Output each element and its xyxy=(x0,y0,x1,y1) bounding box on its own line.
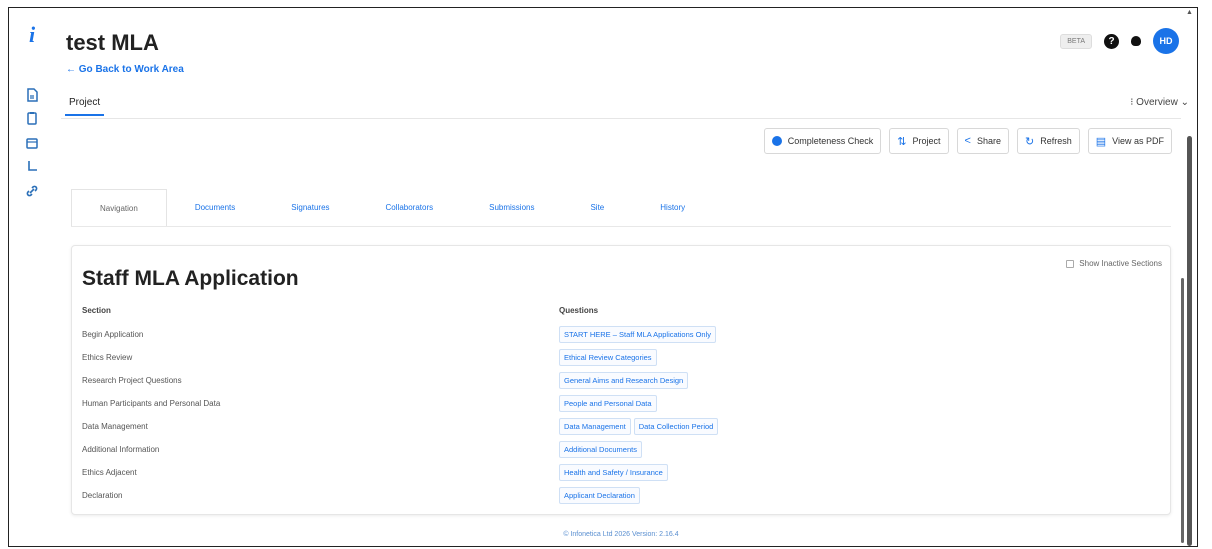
document-icon[interactable] xyxy=(23,88,41,106)
tab-site[interactable]: Site xyxy=(562,189,632,226)
table-row: Ethics Review Ethical Review Categories xyxy=(82,347,1162,370)
question-link[interactable]: Data Collection Period xyxy=(633,418,719,435)
navigation-panel: Show Inactive Sections Staff MLA Applica… xyxy=(71,245,1171,515)
hierarchy-icon: ⇅ xyxy=(897,135,907,148)
section-name: Research Project Questions xyxy=(82,376,182,385)
section-name: Human Participants and Personal Data xyxy=(82,399,221,408)
refresh-button-label: Refresh xyxy=(1040,136,1072,146)
toolbar: Completeness Check ⇅ Project < Share ↻ R… xyxy=(763,128,1172,154)
completeness-check-label: Completeness Check xyxy=(787,136,874,146)
tab-documents[interactable]: Documents xyxy=(167,189,263,226)
section-column-header: Section xyxy=(82,306,111,315)
section-name: Additional Information xyxy=(82,445,160,454)
refresh-button[interactable]: ↻ Refresh xyxy=(1017,128,1080,154)
table-row: Research Project Questions General Aims a… xyxy=(82,370,1162,393)
question-link[interactable]: Ethical Review Categories xyxy=(559,349,657,366)
view-as-pdf-button[interactable]: ▤ View as PDF xyxy=(1087,128,1172,154)
questions-column-header: Questions xyxy=(559,306,599,315)
scrollbar-thumb[interactable] xyxy=(1187,136,1192,546)
page-title: test MLA xyxy=(66,30,159,55)
link-icon[interactable] xyxy=(23,184,41,202)
tab-project[interactable]: Project xyxy=(65,97,105,116)
table-row: Data Management Data Management Data Colle… xyxy=(82,416,1162,439)
beta-badge: BETA xyxy=(1060,33,1092,49)
section-name: Begin Application xyxy=(82,330,144,339)
tab-navigation[interactable]: Navigation xyxy=(71,189,167,226)
scroll-down-icon[interactable]: ▼ xyxy=(1186,538,1193,545)
view-as-pdf-label: View as PDF xyxy=(1112,136,1164,146)
question-links: Ethical Review Categories xyxy=(559,349,657,366)
section-rows: Begin Application START HERE – Staff MLA … xyxy=(82,324,1162,508)
question-link[interactable]: General Aims and Research Design xyxy=(559,372,689,389)
left-rail: i xyxy=(9,8,57,546)
table-row: Ethics Adjacent Health and Safety / Insur… xyxy=(82,462,1162,485)
back-to-work-area-link[interactable]: ← Go Back to Work Area xyxy=(66,64,184,75)
question-link[interactable]: START HERE – Staff MLA Applications Only xyxy=(559,326,717,343)
question-link[interactable]: People and Personal Data xyxy=(559,395,657,412)
question-links: START HERE – Staff MLA Applications Only xyxy=(559,326,717,343)
section-name: Declaration xyxy=(82,491,123,500)
scrollbar[interactable]: ▲ ▼ xyxy=(1181,8,1195,546)
table-row: Declaration Applicant Declaration xyxy=(82,485,1162,508)
question-link[interactable]: Additional Documents xyxy=(559,441,642,458)
overview-dropdown[interactable]: ⁝ Overview ⌄ xyxy=(1130,97,1189,108)
question-links: Additional Documents xyxy=(559,441,642,458)
corner-arrow-icon[interactable] xyxy=(23,159,41,177)
app-window: i test MLA ← Go Back to Work Area BETA ?… xyxy=(8,7,1198,547)
inner-scrollbar-thumb[interactable] xyxy=(1181,278,1184,543)
tab-submissions[interactable]: Submissions xyxy=(461,189,562,226)
application-title: Staff MLA Application xyxy=(82,267,299,290)
question-links: Applicant Declaration xyxy=(559,487,640,504)
project-button-label: Project xyxy=(912,136,941,146)
top-right-controls: BETA ? HD xyxy=(1060,28,1179,54)
show-inactive-label: Show Inactive Sections xyxy=(1079,259,1162,268)
question-link[interactable]: Data Management xyxy=(559,418,631,435)
question-links: General Aims and Research Design xyxy=(559,372,689,389)
question-links: People and Personal Data xyxy=(559,395,657,412)
tab-history[interactable]: History xyxy=(632,189,713,226)
clipboard-icon[interactable] xyxy=(23,111,41,129)
share-button-label: Share xyxy=(976,136,1001,146)
section-tabs: Navigation Documents Signatures Collabor… xyxy=(71,189,1171,227)
calendar-icon[interactable] xyxy=(23,136,41,154)
completeness-check-button[interactable]: Completeness Check xyxy=(763,128,882,154)
question-link[interactable]: Applicant Declaration xyxy=(559,487,640,504)
main-area: test MLA ← Go Back to Work Area BETA ? H… xyxy=(61,8,1189,546)
footer-version: © Infonetica Ltd 2026 Version: 2.16.4 xyxy=(563,531,679,538)
tab-signatures[interactable]: Signatures xyxy=(263,189,357,226)
question-links: Data Management Data Collection Period xyxy=(559,418,719,435)
help-icon[interactable]: ? xyxy=(1104,33,1119,49)
notification-icon[interactable] xyxy=(1131,36,1141,46)
section-name: Ethics Review xyxy=(82,353,133,362)
question-link[interactable]: Health and Safety / Insurance xyxy=(559,464,668,481)
table-row: Human Participants and Personal Data Peop… xyxy=(82,393,1162,416)
pdf-icon: ▤ xyxy=(1095,135,1107,148)
table-row: Begin Application START HERE – Staff MLA … xyxy=(82,324,1162,347)
check-circle-icon xyxy=(771,136,782,146)
refresh-icon: ↻ xyxy=(1025,135,1035,148)
table-row: Additional Information Additional Documen… xyxy=(82,439,1162,462)
show-inactive-toggle[interactable]: Show Inactive Sections xyxy=(1066,259,1162,268)
share-button[interactable]: < Share xyxy=(956,128,1009,154)
section-name: Data Management xyxy=(82,422,148,431)
share-icon: < xyxy=(964,135,971,147)
section-name: Ethics Adjacent xyxy=(82,468,137,477)
divider xyxy=(61,118,1181,119)
question-links: Health and Safety / Insurance xyxy=(559,464,668,481)
show-inactive-checkbox[interactable] xyxy=(1066,259,1075,268)
project-button[interactable]: ⇅ Project xyxy=(889,128,949,154)
app-logo[interactable]: i xyxy=(22,22,42,47)
tab-collaborators[interactable]: Collaborators xyxy=(358,189,462,226)
user-avatar[interactable]: HD xyxy=(1153,28,1179,54)
scroll-up-icon[interactable]: ▲ xyxy=(1186,9,1193,16)
